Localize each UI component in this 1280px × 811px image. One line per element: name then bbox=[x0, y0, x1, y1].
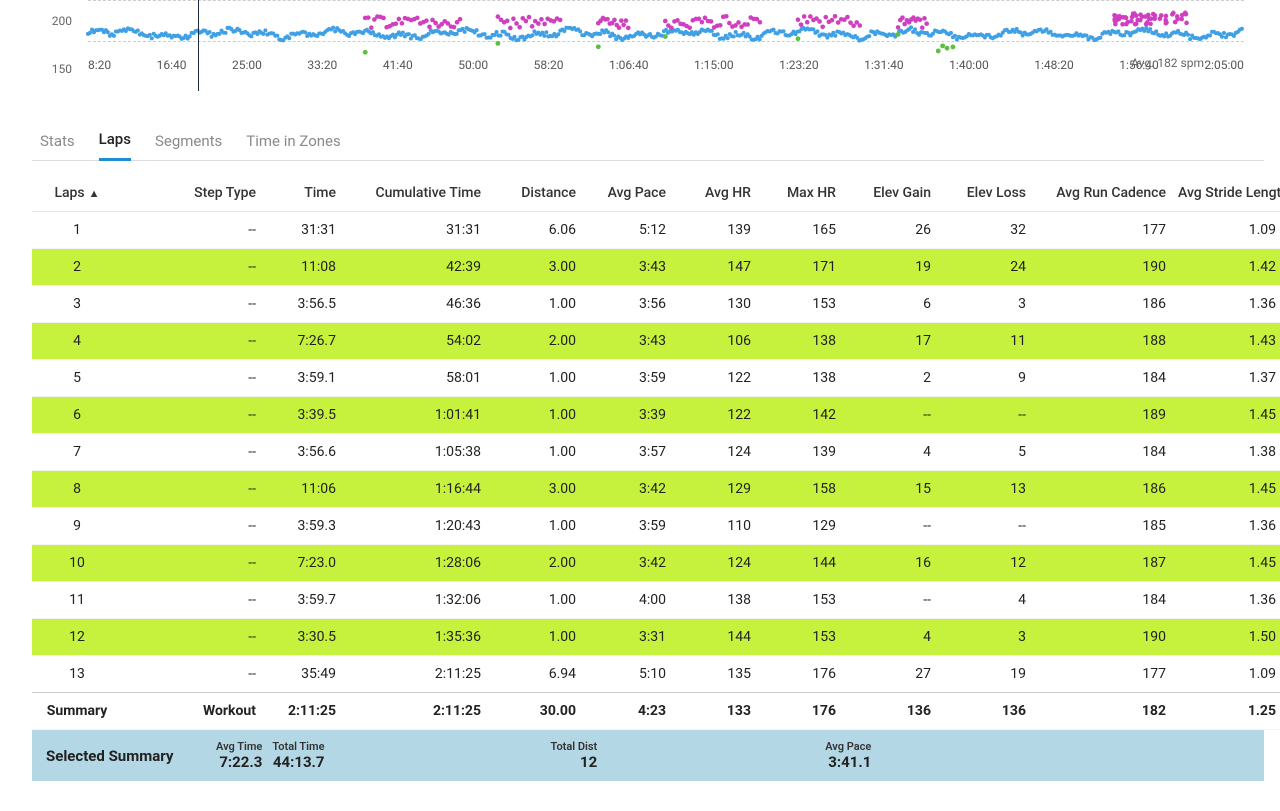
metric-label: Total Dist bbox=[551, 740, 598, 753]
col-max-hr[interactable]: Max HR bbox=[757, 175, 842, 212]
xtick: 58:20 bbox=[534, 58, 564, 72]
col-step-type[interactable]: Step Type bbox=[122, 175, 262, 212]
table-row[interactable]: 6--3:39.51:01:411.003:39122142----1891.4… bbox=[32, 397, 1280, 434]
xtick: 1:31:40 bbox=[864, 58, 904, 72]
xtick: 1:23:20 bbox=[779, 58, 819, 72]
table-row[interactable]: 12--3:30.51:35:361.003:31144153431901.50 bbox=[32, 619, 1280, 656]
col-cumulative-time[interactable]: Cumulative Time bbox=[342, 175, 487, 212]
col-avg-run-cadence[interactable]: Avg Run Cadence bbox=[1032, 175, 1172, 212]
xtick: 16:40 bbox=[157, 58, 187, 72]
table-row[interactable]: 13--35:492:11:256.945:1013517627191771.0… bbox=[32, 656, 1280, 693]
table-row[interactable]: 1--31:3131:316.065:1213916526321771.09 bbox=[32, 212, 1280, 249]
metric-value: 44:13.7 bbox=[273, 753, 325, 771]
xtick: 1:15:00 bbox=[694, 58, 734, 72]
xtick: 33:20 bbox=[307, 58, 337, 72]
chart-x-axis: 8:20 16:40 25:00 33:20 41:40 50:00 58:20 1:06:4… bbox=[88, 58, 1244, 72]
xtick: 2:05:00 bbox=[1204, 58, 1244, 72]
ytick-200: 200 bbox=[52, 14, 72, 28]
chart-avg-label: Avg. 182 spm bbox=[1131, 56, 1204, 70]
metric-label: Avg Pace bbox=[825, 740, 871, 753]
time-marker[interactable]: 10:20 bbox=[198, 0, 199, 91]
metric-value: 3:41.1 bbox=[828, 753, 871, 771]
section-tabs: Stats Laps Segments Time in Zones bbox=[32, 122, 1264, 161]
selected-summary-bar: Selected Summary Avg Time 7:22.3 Total T… bbox=[32, 730, 1264, 781]
metric-label: Total Time bbox=[272, 740, 324, 753]
xtick: 1:06:40 bbox=[609, 58, 649, 72]
ytick-150: 150 bbox=[52, 62, 72, 76]
metric-avg-time: Avg Time 7:22.3 bbox=[216, 740, 262, 771]
laps-table: Laps▲Step TypeTimeCumulative TimeDistanc… bbox=[32, 175, 1280, 730]
table-row[interactable]: 4--7:26.754:022.003:4310613817111881.43 bbox=[32, 323, 1280, 360]
metric-total-dist: Total Dist 12 bbox=[551, 740, 598, 771]
metric-value: 7:22.3 bbox=[219, 753, 262, 771]
col-avg-pace[interactable]: Avg Pace bbox=[582, 175, 672, 212]
tab-stats[interactable]: Stats bbox=[40, 124, 75, 160]
tab-segments[interactable]: Segments bbox=[155, 124, 222, 160]
summary-row: SummaryWorkout2:11:252:11:2530.004:23133… bbox=[32, 693, 1280, 730]
col-elev-gain[interactable]: Elev Gain bbox=[842, 175, 937, 212]
table-row[interactable]: 7--3:56.61:05:381.003:57124139451841.38 bbox=[32, 434, 1280, 471]
table-row[interactable]: 5--3:59.158:011.003:59122138291841.37 bbox=[32, 360, 1280, 397]
xtick: 41:40 bbox=[383, 58, 413, 72]
tab-time-in-zones[interactable]: Time in Zones bbox=[246, 124, 340, 160]
col-laps[interactable]: Laps▲ bbox=[32, 175, 122, 212]
table-header-row: Laps▲Step TypeTimeCumulative TimeDistanc… bbox=[32, 175, 1280, 212]
table-row[interactable]: 9--3:59.31:20:431.003:59110129----1851.3… bbox=[32, 508, 1280, 545]
chart-y-axis: 200 150 bbox=[32, 0, 78, 90]
col-avg-hr[interactable]: Avg HR bbox=[672, 175, 757, 212]
table-row[interactable]: 3--3:56.546:361.003:56130153631861.36 bbox=[32, 286, 1280, 323]
col-avg-stride-length[interactable]: Avg Stride Length bbox=[1172, 175, 1280, 212]
table-row[interactable]: 8--11:061:16:443.003:4212915815131861.45 bbox=[32, 471, 1280, 508]
table-row[interactable]: 2--11:0842:393.003:4314717119241901.42 bbox=[32, 249, 1280, 286]
table-row[interactable]: 11--3:59.71:32:061.004:00138153--41841.3… bbox=[32, 582, 1280, 619]
xtick: 50:00 bbox=[458, 58, 488, 72]
col-distance[interactable]: Distance bbox=[487, 175, 582, 212]
xtick: 25:00 bbox=[232, 58, 262, 72]
cadence-chart: 200 150 10:20 8:20 16:40 25:00 33:20 41:40 50… bbox=[32, 0, 1264, 90]
col-elev-loss[interactable]: Elev Loss bbox=[937, 175, 1032, 212]
metric-total-time: Total Time 44:13.7 bbox=[272, 740, 324, 771]
xtick: 8:20 bbox=[88, 58, 111, 72]
metric-value: 12 bbox=[580, 753, 597, 771]
xtick: 1:40:00 bbox=[949, 58, 989, 72]
selected-summary-title: Selected Summary bbox=[46, 747, 216, 765]
tab-laps[interactable]: Laps bbox=[99, 122, 131, 161]
metric-label: Avg Time bbox=[216, 740, 262, 753]
table-row[interactable]: 10--7:23.01:28:062.003:4212414416121871.… bbox=[32, 545, 1280, 582]
metric-avg-pace: Avg Pace 3:41.1 bbox=[825, 740, 871, 771]
xtick: 1:48:20 bbox=[1034, 58, 1074, 72]
col-time[interactable]: Time bbox=[262, 175, 342, 212]
